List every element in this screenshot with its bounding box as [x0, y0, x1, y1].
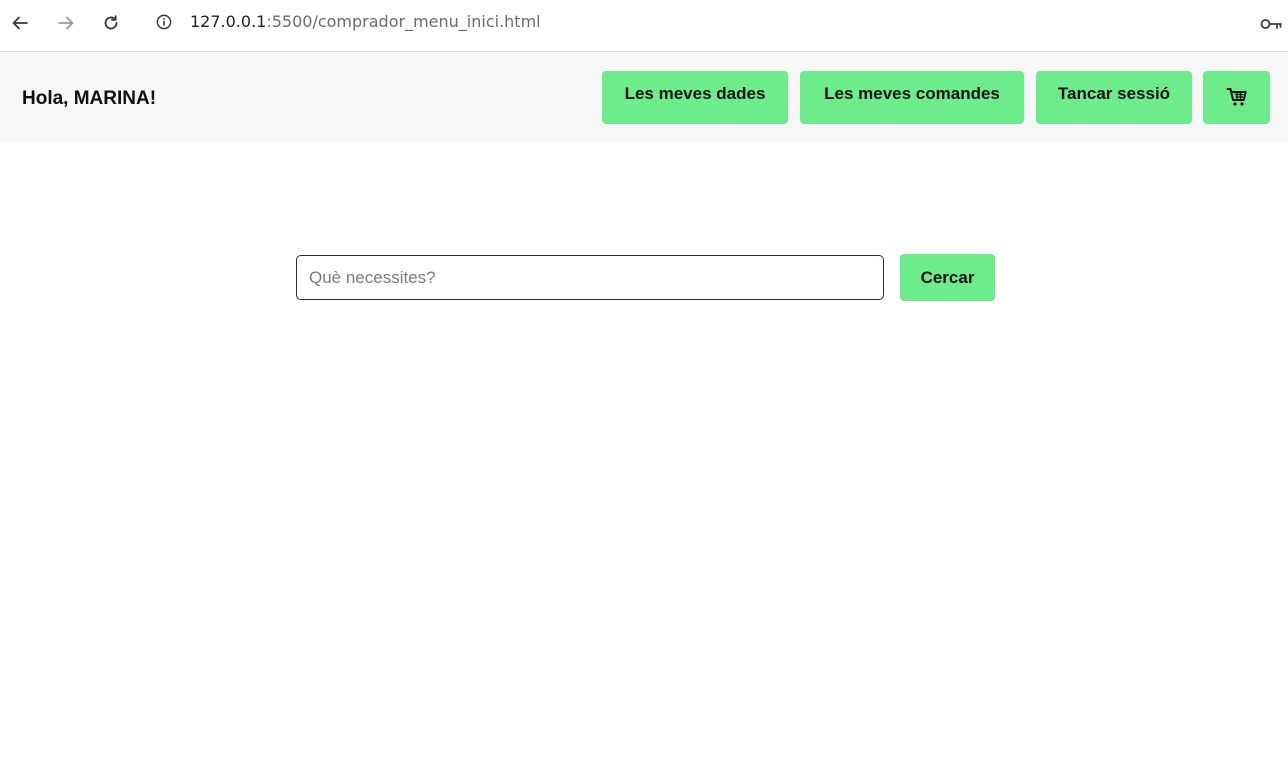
greeting-text: Hola, MARINA!	[22, 88, 157, 109]
search-input[interactable]	[296, 255, 884, 300]
search-button[interactable]: Cercar	[900, 254, 995, 301]
address-bar-url[interactable]: 127.0.0.1:5500/comprador_menu_inici.html	[190, 12, 541, 31]
my-orders-button[interactable]: Les meves comandes	[800, 71, 1024, 124]
url-path: :5500/comprador_menu_inici.html	[266, 12, 541, 31]
info-icon[interactable]	[155, 13, 173, 31]
back-arrow-icon[interactable]	[6, 9, 34, 37]
logout-button[interactable]: Tancar sessió	[1036, 71, 1192, 124]
app-header: Hola, MARINA! Les meves dades Les meves …	[0, 53, 1288, 141]
url-host: 127.0.0.1	[190, 12, 267, 31]
browser-toolbar: 127.0.0.1:5500/comprador_menu_inici.html	[0, 0, 1288, 52]
forward-arrow-icon[interactable]	[52, 9, 80, 37]
my-data-button[interactable]: Les meves dades	[602, 71, 788, 124]
shopping-cart-icon	[1226, 86, 1248, 113]
key-icon[interactable]	[1258, 13, 1284, 35]
cart-button[interactable]	[1203, 71, 1270, 124]
reload-icon[interactable]	[97, 9, 125, 37]
